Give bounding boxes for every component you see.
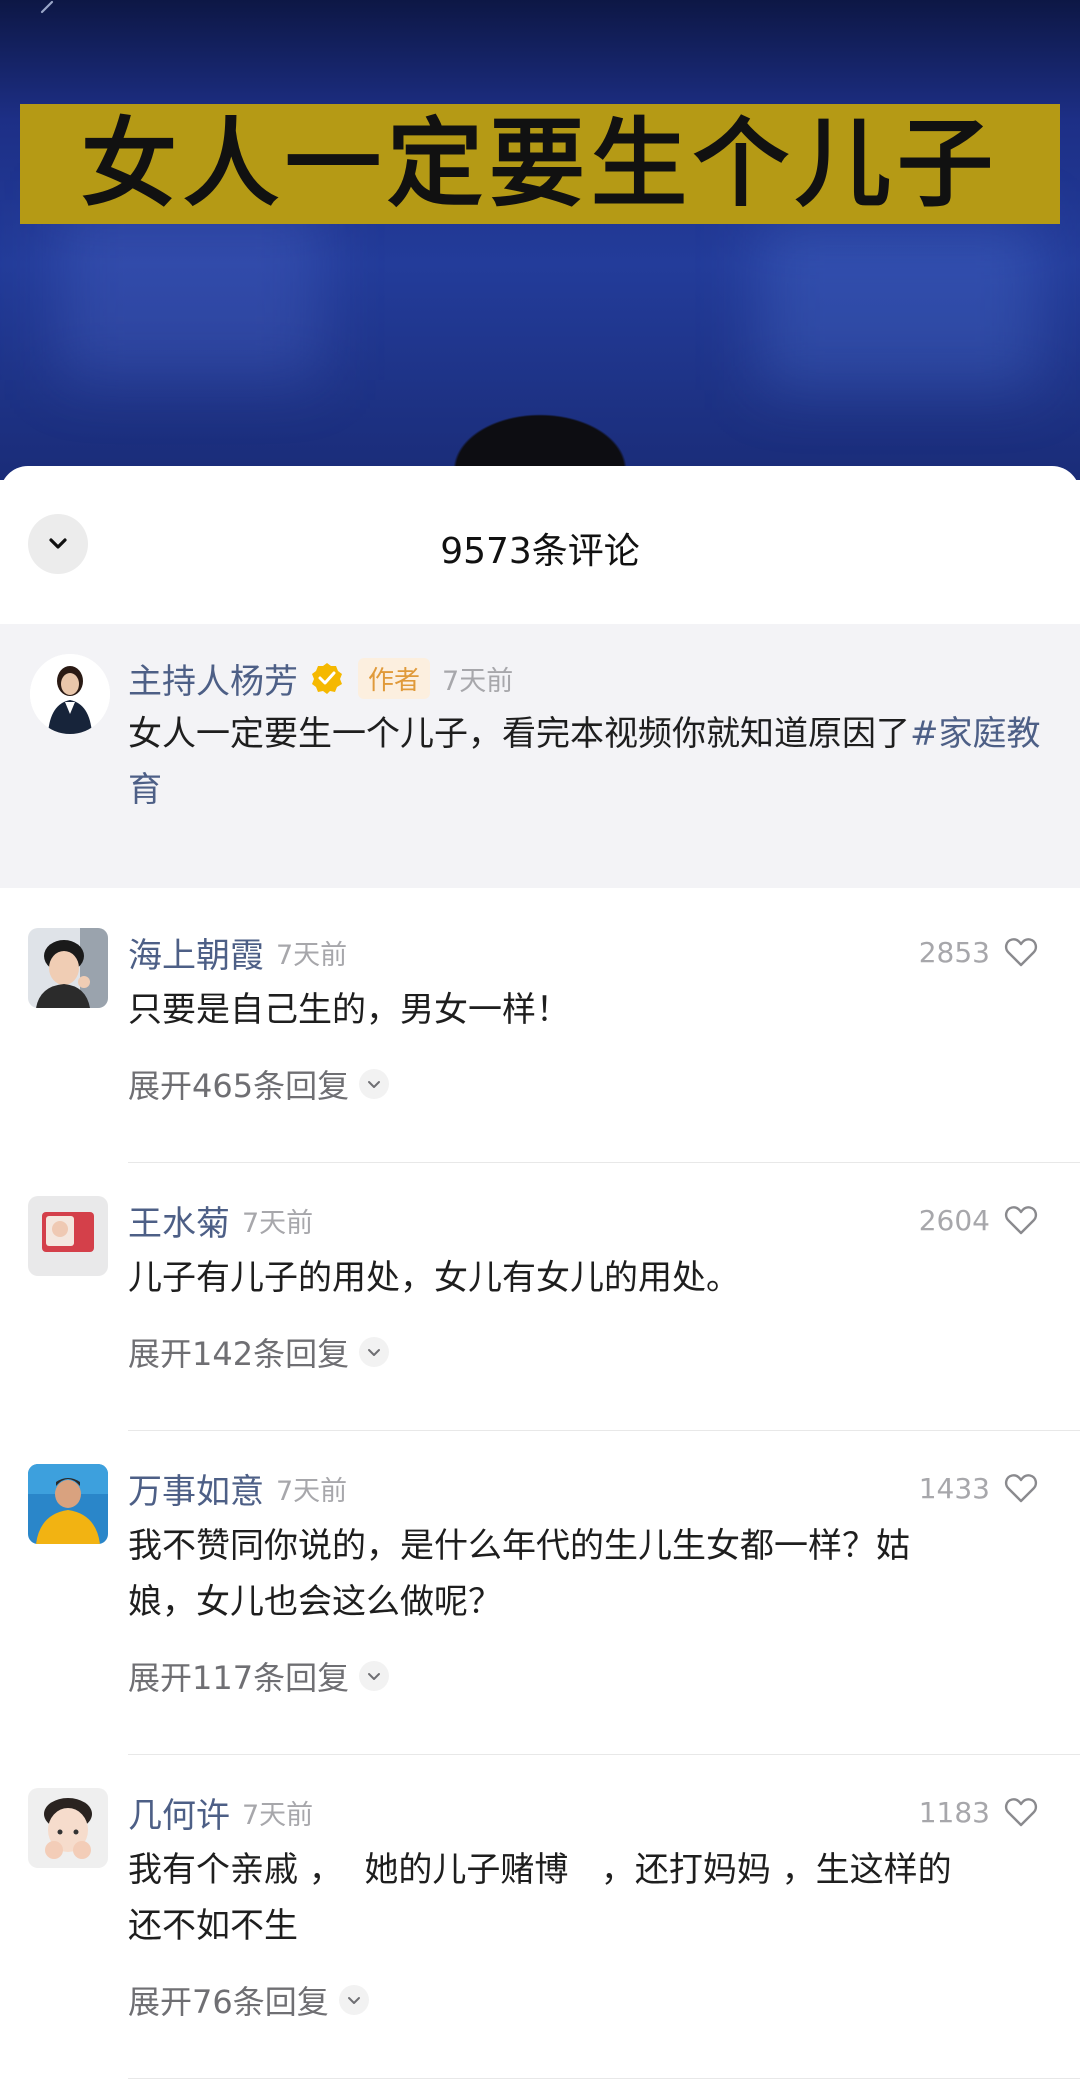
heart-icon[interactable] [1004, 1204, 1038, 1236]
expand-replies-button[interactable]: 展开117条回复 [128, 1652, 390, 1700]
avatar[interactable] [30, 654, 110, 734]
comment-item: 万事如意 7天前 1433 我不赞同你说的，是什么年代的生儿生女都一样？姑娘，女… [0, 1464, 1080, 1760]
comment-text: 儿子有儿子的用处，女儿有女儿的用处。 [128, 1258, 740, 1298]
comment-item: 王水菊 7天前 2604 儿子有儿子的用处，女儿有女儿的用处。 展开142条回复 [0, 1196, 1080, 1436]
comment-text: 只要是自己生的，男女一样！ [128, 990, 570, 1030]
expand-replies-label: 展开465条回复 [128, 1067, 350, 1105]
comment-text: 我有个亲戚 ， 她的儿子赌博 ，还打妈妈 ，生这样的还不如不生 [128, 1850, 952, 1946]
avatar[interactable] [28, 928, 108, 1008]
comment-item: 几何许 7天前 1183 我有个亲戚 ， 她的儿子赌博 ，还打妈妈 ，生这样的还… [0, 1788, 1080, 2084]
heart-icon[interactable] [1004, 1796, 1038, 1828]
comment-header: 几何许 7天前 [128, 1788, 314, 1837]
comment-item: 海上朝霞 7天前 2853 只要是自己生的，男女一样！ 展开465条回复 [0, 928, 1080, 1168]
video-title-banner: 女人一定要生个儿子 [20, 104, 1060, 224]
like-count: 2853 [918, 935, 990, 969]
author-tag: 作者 [358, 657, 431, 699]
expand-replies-button[interactable]: 展开465条回复 [128, 1060, 390, 1108]
divider [128, 1430, 1080, 1431]
video-player[interactable]: 女人一定要生个儿子 [0, 0, 1080, 480]
like-button[interactable]: 2604 [919, 1198, 1038, 1242]
banner-text: 女人一定要生个儿子 [81, 108, 999, 220]
comment-time: 7天前 [276, 1475, 348, 1507]
expand-replies-button[interactable]: 展开142条回复 [128, 1328, 390, 1376]
comment-header: 海上朝霞 7天前 [128, 928, 348, 977]
author-post-body: 女人一定要生一个儿子，看完本视频你就知道原因了 [128, 714, 910, 754]
commenter-name[interactable]: 海上朝霞 [128, 928, 264, 977]
like-button[interactable]: 1433 [919, 1466, 1038, 1510]
chevron-down-icon [359, 1661, 390, 1691]
author-name-row: 主持人杨芳 作者 7天前 [128, 654, 514, 703]
comment-time: 7天前 [276, 939, 348, 971]
comment-count-title: 9573条评论 [440, 531, 640, 572]
comment-time: 7天前 [242, 1207, 314, 1239]
author-name[interactable]: 主持人杨芳 [128, 654, 298, 703]
author-post-text: 女人一定要生一个儿子，看完本视频你就知道原因了#家庭教育 [128, 706, 1048, 818]
commenter-name[interactable]: 万事如意 [128, 1464, 264, 1513]
verified-badge-icon [312, 663, 342, 694]
avatar[interactable] [28, 1788, 108, 1868]
expand-replies-label: 展开142条回复 [128, 1335, 350, 1373]
like-count: 1433 [918, 1471, 990, 1505]
video-glow [760, 220, 1040, 390]
commenter-name[interactable]: 几何许 [128, 1788, 230, 1837]
comment-text: 我不赞同你说的，是什么年代的生儿生女都一样？姑娘，女儿也会这么做呢？ [128, 1526, 910, 1622]
chevron-down-icon [359, 1069, 390, 1099]
chevron-down-icon [359, 1337, 390, 1367]
comment-time: 7天前 [242, 1799, 314, 1831]
heart-icon[interactable] [1004, 936, 1038, 968]
expand-replies-label: 展开76条回复 [128, 1983, 329, 2021]
like-count: 1183 [918, 1795, 990, 1829]
like-button[interactable]: 2853 [919, 930, 1038, 974]
post-time: 7天前 [442, 665, 514, 697]
back-arrow-icon[interactable] [36, 0, 60, 24]
avatar[interactable] [28, 1464, 108, 1544]
divider [128, 1162, 1080, 1163]
expand-replies-label: 展开117条回复 [128, 1659, 350, 1697]
expand-replies-button[interactable]: 展开76条回复 [128, 1976, 369, 2024]
sheet-header: 9573条评论 [0, 466, 1080, 620]
comment-sheet: 9573条评论 主持人杨芳 作者 7天前 女人一定要生一个儿子，看完本视频你就知… [0, 466, 1080, 2087]
like-count: 2604 [918, 1203, 990, 1237]
heart-icon[interactable] [1004, 1472, 1038, 1504]
comment-header: 万事如意 7天前 [128, 1464, 348, 1513]
chevron-down-icon [338, 1985, 369, 2015]
comment-header: 王水菊 7天前 [128, 1196, 314, 1245]
avatar[interactable] [28, 1196, 108, 1276]
divider [128, 1754, 1080, 1755]
commenter-name[interactable]: 王水菊 [128, 1196, 230, 1245]
video-glow [60, 200, 320, 380]
like-button[interactable]: 1183 [919, 1790, 1038, 1834]
divider [128, 2078, 1080, 2079]
author-post[interactable]: 主持人杨芳 作者 7天前 女人一定要生一个儿子，看完本视频你就知道原因了#家庭教… [0, 624, 1080, 888]
